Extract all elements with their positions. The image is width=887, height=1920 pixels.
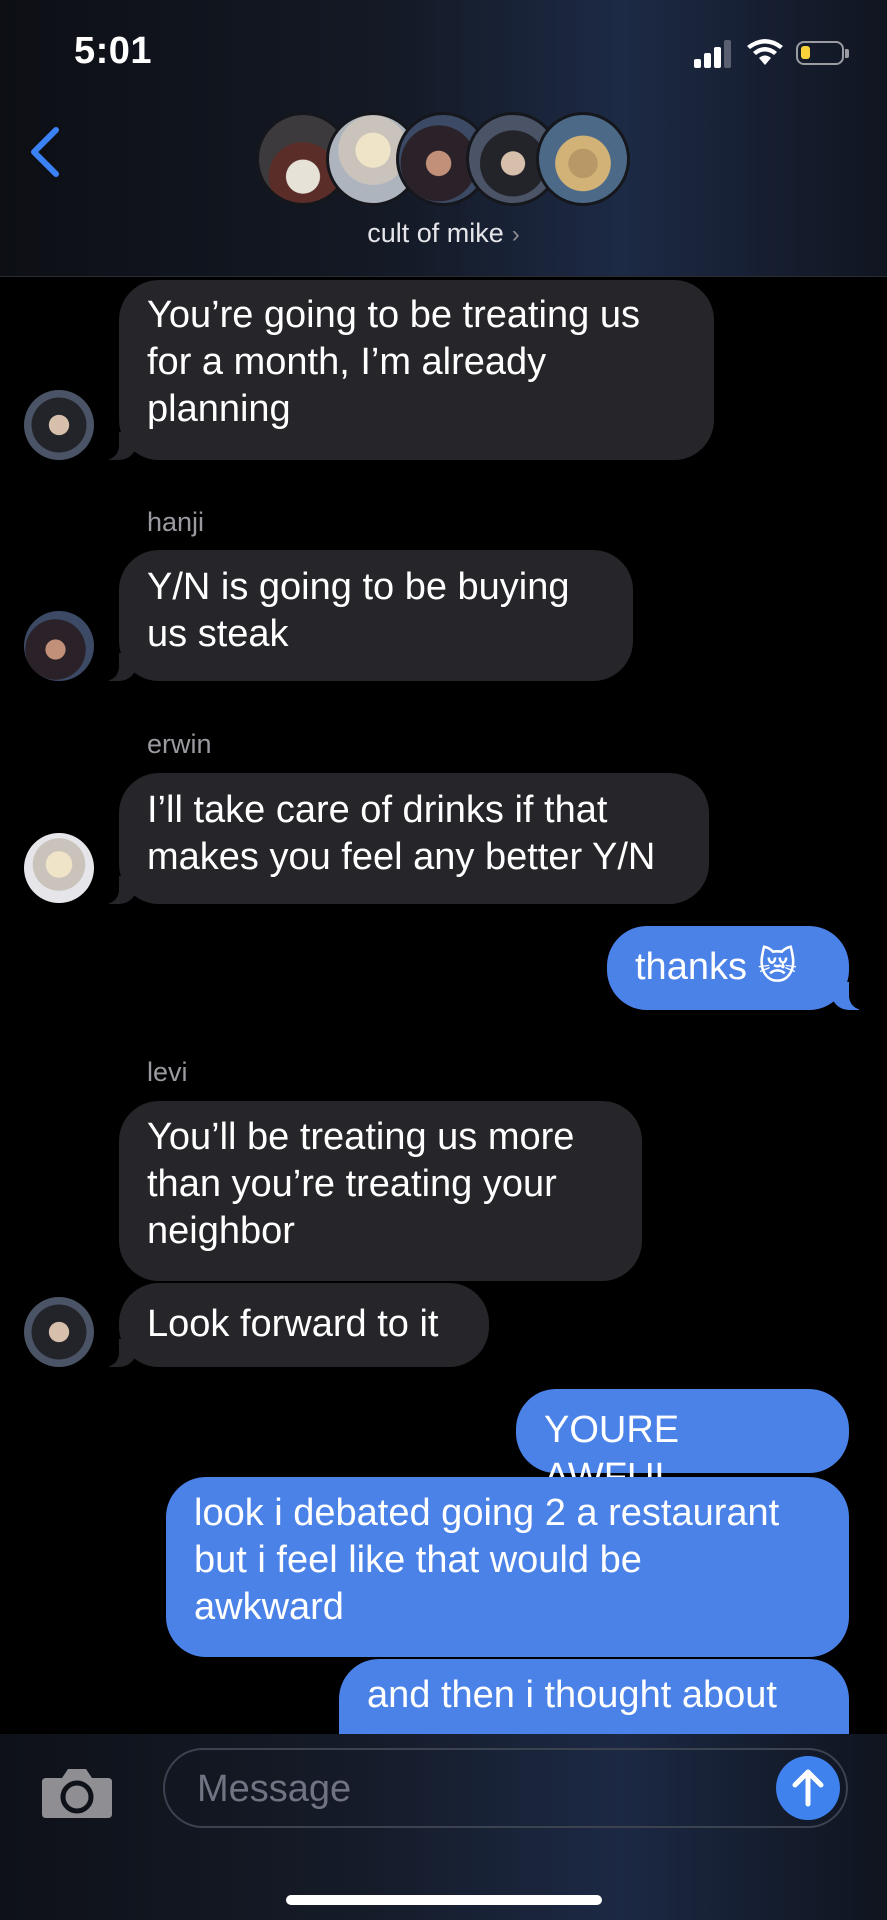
conversation-header: 5:01 cult of mike ›: [0, 0, 887, 277]
message-line: You’ll be treating us more: [147, 1116, 575, 1158]
camera-icon[interactable]: [40, 1764, 114, 1820]
sender-name: erwin: [147, 729, 212, 759]
message-line: makes you feel any better Y/N: [147, 836, 656, 878]
message-bubble-outgoing[interactable]: look i debated going 2 a restaurant but …: [166, 1477, 849, 1657]
cellular-signal-icon: [694, 40, 734, 68]
message-line: neighbor: [147, 1210, 295, 1252]
message-line: I’ll take care of drinks if that: [147, 789, 608, 831]
group-name[interactable]: cult of mike ›: [0, 218, 887, 249]
wifi-icon: [747, 39, 783, 65]
sender-name: levi: [147, 1057, 188, 1087]
battery-icon: [796, 41, 849, 65]
message-line: look i debated going 2 a restaurant: [194, 1492, 780, 1534]
message-line: than you’re treating your: [147, 1163, 557, 1205]
message-placeholder: Message: [197, 1768, 352, 1810]
message-bubble-incoming[interactable]: You’re going to be treating us for a mon…: [93, 280, 714, 460]
avatar[interactable]: [24, 390, 94, 460]
arrow-up-icon: [792, 1769, 824, 1807]
avatar[interactable]: [24, 611, 94, 681]
message-line: but i feel like that would be: [194, 1539, 642, 1581]
message-line: us steak: [147, 613, 289, 655]
avatar[interactable]: [24, 1297, 94, 1367]
status-time: 5:01: [74, 30, 153, 72]
sender-name: hanji: [147, 507, 205, 537]
message-line: and then i thought about: [367, 1674, 777, 1716]
send-button[interactable]: [776, 1756, 840, 1820]
message-bubble-incoming[interactable]: You’ll be treating us more than you’re t…: [119, 1101, 642, 1281]
message-bubble-outgoing[interactable]: thanks 😿: [607, 926, 875, 1010]
avatar[interactable]: [24, 833, 94, 903]
message-bubble-outgoing[interactable]: and then i thought about: [339, 1659, 849, 1735]
message-bubble-outgoing[interactable]: YOURE AWFUL: [516, 1389, 849, 1498]
message-bubble-incoming[interactable]: Look forward to it: [93, 1283, 489, 1367]
chevron-right-icon: ›: [511, 221, 520, 248]
home-indicator[interactable]: [286, 1895, 602, 1905]
message-line: Y/N is going to be buying: [147, 566, 570, 608]
chevron-left-icon[interactable]: [22, 122, 66, 182]
group-name-label: cult of mike: [367, 218, 504, 248]
message-line: You’re going to be treating us: [147, 294, 640, 336]
compose-bar: Message: [0, 1734, 887, 1920]
message-line: planning: [147, 388, 291, 430]
message-line: for a month, I’m already: [147, 341, 547, 383]
message-line: awkward: [194, 1586, 344, 1628]
message-list[interactable]: You’re going to be treating us for a mon…: [0, 277, 887, 1735]
message-bubble-incoming[interactable]: I’ll take care of drinks if that makes y…: [93, 773, 709, 904]
message-bubble-incoming[interactable]: Y/N is going to be buying us steak: [93, 550, 633, 681]
avatar: [536, 112, 630, 206]
message-input[interactable]: Message: [163, 1748, 848, 1828]
message-line: Look forward to it: [147, 1303, 439, 1345]
group-avatars[interactable]: [256, 112, 632, 208]
message-line: thanks 😿: [635, 946, 798, 988]
